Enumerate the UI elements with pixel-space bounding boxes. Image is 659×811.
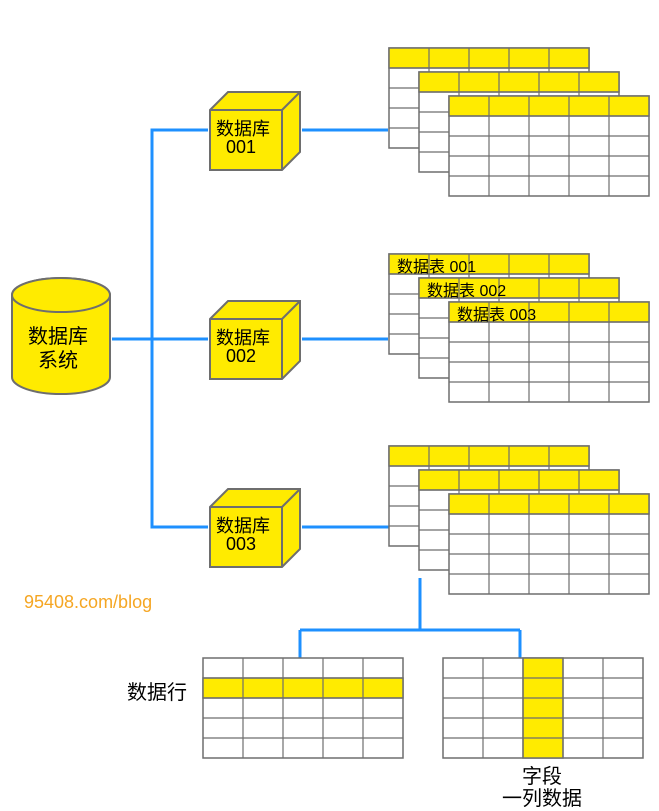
row-table <box>203 658 403 758</box>
cube-002-label-line2: 002 <box>226 346 256 367</box>
table-label-003: 数据表 003 <box>457 301 536 325</box>
row-label: 数据行 <box>127 676 187 705</box>
table-label-002: 数据表 002 <box>427 277 506 301</box>
table-stack-001 <box>389 48 649 196</box>
table-label-001: 数据表 001 <box>397 253 476 277</box>
table-stack-003 <box>389 446 649 594</box>
db-system-label-line2: 系统 <box>38 344 78 373</box>
cube-003-label-line2: 003 <box>226 534 256 555</box>
field-table <box>443 658 643 758</box>
field-label-line2: 一列数据 <box>502 782 582 811</box>
watermark-text: 95408.com/blog <box>24 592 152 613</box>
diagram-canvas: 数据库 系统 数据库 001 数据库 002 数据库 003 数据表 001 数… <box>0 0 659 800</box>
database-diagram <box>0 0 659 800</box>
cube-001-label-line2: 001 <box>226 137 256 158</box>
